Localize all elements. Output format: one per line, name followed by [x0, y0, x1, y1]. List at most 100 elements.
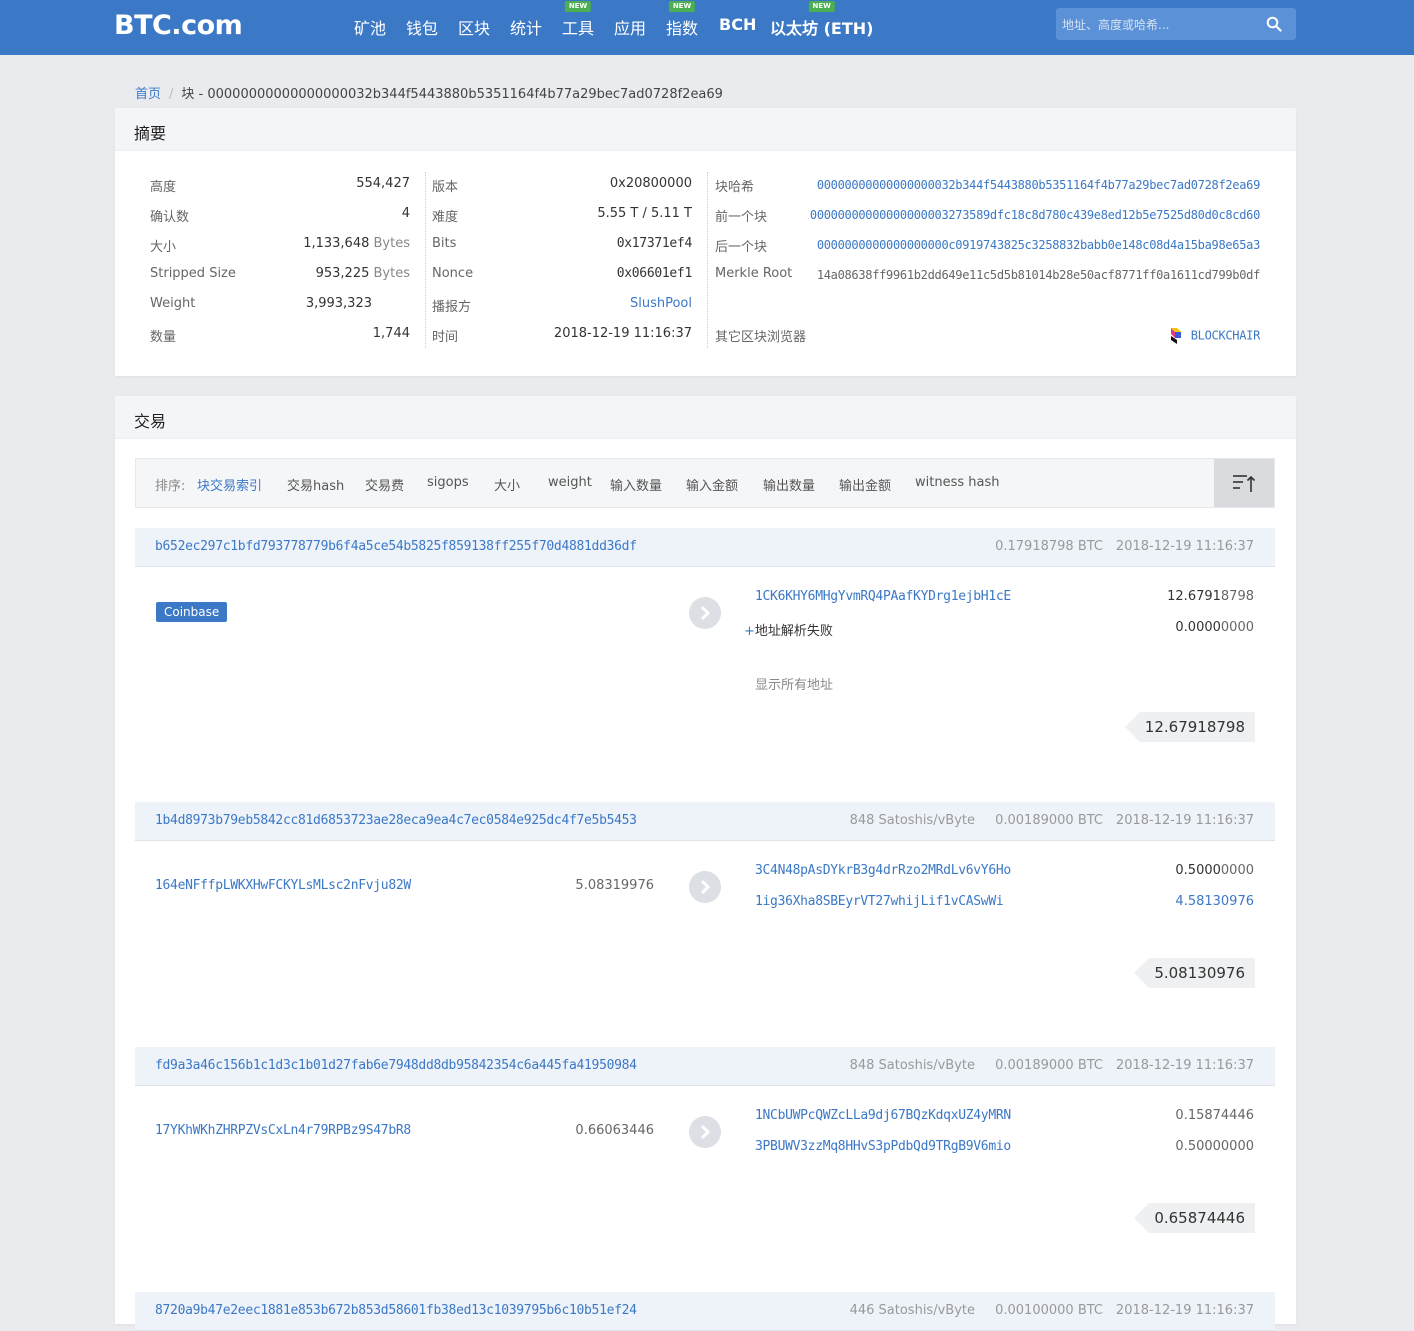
summary-row-size: 大小 1,133,648 Bytes [150, 236, 410, 256]
relayed-by-link[interactable]: SlushPool [630, 296, 692, 311]
nav-item-pool[interactable]: 矿池 [354, 15, 386, 39]
nav-item-eth[interactable]: NEW 以太坊 (ETH) [770, 1, 873, 39]
summary-value: 1,744 [372, 326, 410, 341]
summary-value: 2018-12-19 11:16:37 [553, 326, 692, 341]
sort-option-output-amount[interactable]: 输出金额 [839, 475, 891, 494]
summary-row-block-hash: 块哈希 00000000000000000032b344f5443880b535… [715, 176, 1260, 196]
summary-row-difficulty: 难度 5.55 T / 5.11 T [432, 206, 692, 226]
summary-label: 前一个块 [715, 210, 768, 225]
output-amount: 12.67918798 [1167, 589, 1254, 604]
tx-header: fd9a3a46c156b1c1d3c1b01d27fab6e7948dd8db… [135, 1047, 1275, 1086]
output-amount: 0.50000000 [1175, 863, 1254, 878]
top-navbar: BTC.com 矿池 钱包 区块 统计 NEW 工具 应用 NEW 指数 BCH N… [0, 0, 1414, 55]
transactions-title: 交易 [134, 412, 167, 431]
sort-direction-button[interactable] [1214, 459, 1274, 507]
nav-item-stats[interactable]: 统计 [510, 15, 542, 39]
tx-fee: 0.00189000 BTC [995, 1058, 1103, 1073]
summary-label: Merkle Root [715, 266, 793, 281]
summary-row-next-block: 后一个块 0000000000000000000c0919743825c3258… [715, 236, 1260, 256]
summary-value: 0x20800000 [609, 176, 692, 191]
sort-option-fee[interactable]: 交易费 [365, 475, 404, 494]
summary-row-nonce: Nonce 0x06601ef1 [432, 266, 692, 286]
nav-item-index[interactable]: NEW 指数 [666, 1, 698, 39]
tx-hash-link[interactable]: 1b4d8973b79eb5842cc81d6853723ae28eca9ea4… [155, 813, 637, 828]
summary-value: 4 [401, 206, 410, 221]
tx-hash-link[interactable]: b652ec297c1bfd793778779b6f4a5ce54b5825f8… [155, 539, 637, 554]
sort-ascending-icon [1233, 475, 1256, 492]
summary-value: 0x17371ef4 [616, 236, 693, 251]
summary-row-weight: Weight 3,993,323 [150, 296, 410, 316]
sort-option-tx-hash[interactable]: 交易hash [287, 475, 344, 494]
summary-value: 0x06601ef1 [616, 266, 693, 281]
summary-value: 953,225 Bytes [315, 266, 410, 281]
nav-item-blocks[interactable]: 区块 [458, 15, 490, 39]
summary-label: 其它区块浏览器 [715, 330, 807, 345]
summary-label: 版本 [432, 180, 459, 195]
sort-option-block-index[interactable]: 块交易索引 [197, 475, 262, 494]
sort-option-input-amount[interactable]: 输入金额 [686, 475, 738, 494]
output-address-link[interactable]: 3PBUWV3zzMq8HHvS3pPdbQd9TRgB9V6mio [755, 1139, 1011, 1154]
next-block-link[interactable]: 0000000000000000000c0919743825c3258832ba… [817, 238, 1260, 252]
breadcrumb-separator: / [169, 87, 174, 102]
tx-time: 2018-12-19 11:16:37 [1115, 1303, 1254, 1318]
tx-arrow-icon [689, 597, 721, 629]
block-hash-link[interactable]: 00000000000000000032b344f5443880b5351164… [817, 178, 1260, 192]
sort-option-witness-hash[interactable]: witness hash [915, 475, 999, 490]
summary-label: 高度 [150, 180, 177, 195]
output-address-unparsed: +地址解析失败 [744, 624, 833, 639]
breadcrumb-current: 块 - 00000000000000000032b344f5443880b535… [181, 87, 723, 102]
input-address-link[interactable]: 17YKhWKhZHRPZVsCxLn4r79RPBz9S47bR8 [155, 1123, 411, 1138]
summary-label: Bits [432, 236, 457, 251]
sort-option-sigops[interactable]: sigops [427, 475, 469, 490]
blockchair-icon [1170, 328, 1181, 344]
summary-row-version: 版本 0x20800000 [432, 176, 692, 196]
summary-row-tx-count: 数量 1,744 [150, 326, 410, 346]
summary-label: 时间 [432, 330, 459, 345]
breadcrumb-home-link[interactable]: 首页 [135, 87, 161, 102]
sort-option-input-count[interactable]: 输入数量 [610, 475, 662, 494]
sort-option-output-count[interactable]: 输出数量 [763, 475, 815, 494]
tx-hash-link[interactable]: 8720a9b47e2eec1881e853b672b853d58601fb38… [155, 1303, 637, 1318]
tx-time: 2018-12-19 11:16:37 [1115, 539, 1254, 554]
expand-plus-icon[interactable]: + [744, 624, 755, 639]
search-icon[interactable] [1266, 16, 1282, 32]
show-all-addresses-link[interactable]: 显示所有地址 [755, 674, 833, 693]
tx-hash-link[interactable]: fd9a3a46c156b1c1d3c1b01d27fab6e7948dd8db… [155, 1058, 637, 1073]
output-address-link[interactable]: 3C4N48pAsDYkrB3g4drRzo2MRdLv6vY6Ho [755, 863, 1011, 878]
sort-option-size[interactable]: 大小 [494, 475, 520, 494]
input-address-link[interactable]: 164eNFffpLWKXHwFCKYLsMLsc2nFvju82W [155, 878, 411, 893]
nav-item-wallet[interactable]: 钱包 [406, 15, 438, 39]
tx-fee: 0.17918798 BTC [995, 539, 1103, 554]
sort-option-weight[interactable]: weight [548, 475, 592, 490]
summary-row-prev-block: 前一个块 00000000000000000003273589dfc18c8d7… [715, 206, 1260, 226]
input-amount: 5.08319976 [575, 878, 654, 893]
summary-row-time: 时间 2018-12-19 11:16:37 [432, 326, 692, 346]
tx-time: 2018-12-19 11:16:37 [1115, 1058, 1254, 1073]
new-badge: NEW [808, 1, 835, 12]
output-address-link[interactable]: 1NCbUWPcQWZcLLa9dj67BQzKdqxUZ4yMRN [755, 1108, 1011, 1123]
nav-item-tools[interactable]: NEW 工具 [562, 1, 594, 39]
tx-fee-rate: 446 Satoshis/vByte [849, 1303, 975, 1318]
output-address-link[interactable]: 1CK6KHY6MHgYvmRQ4PAafKYDrg1ejbH1cE [755, 589, 1011, 604]
summary-label: 后一个块 [715, 240, 768, 255]
sort-bar: 排序: 块交易索引 交易hash 交易费 sigops 大小 weight 输入… [135, 458, 1275, 508]
summary-row-relayed-by: 播报方 SlushPool [432, 296, 692, 316]
summary-label: 难度 [432, 210, 459, 225]
output-address-link[interactable]: 1ig36Xha8SBEyrVT27whijLif1vCASwWi [755, 894, 1004, 909]
prev-block-link[interactable]: 00000000000000000003273589dfc18c8d780c43… [810, 208, 1260, 222]
summary-label: 确认数 [150, 210, 190, 225]
tx-fee: 0.00100000 BTC [995, 1303, 1103, 1318]
new-badge: NEW [668, 1, 696, 12]
blockchair-link[interactable]: BLOCKCHAIR [1169, 326, 1260, 346]
summary-value: 1,133,648 Bytes [303, 236, 410, 251]
summary-row-stripped-size: Stripped Size 953,225 Bytes [150, 266, 410, 286]
summary-row-height: 高度 554,427 [150, 176, 410, 196]
summary-divider [425, 172, 427, 348]
nav-item-bch[interactable]: BCH [719, 15, 756, 34]
tx-arrow-icon [689, 1116, 721, 1148]
btc-logo[interactable]: BTC.com [114, 10, 243, 41]
search-input[interactable] [1056, 8, 1264, 42]
summary-row-confirmations: 确认数 4 [150, 206, 410, 226]
summary-title: 摘要 [134, 124, 167, 143]
nav-item-apps[interactable]: 应用 [614, 15, 646, 39]
